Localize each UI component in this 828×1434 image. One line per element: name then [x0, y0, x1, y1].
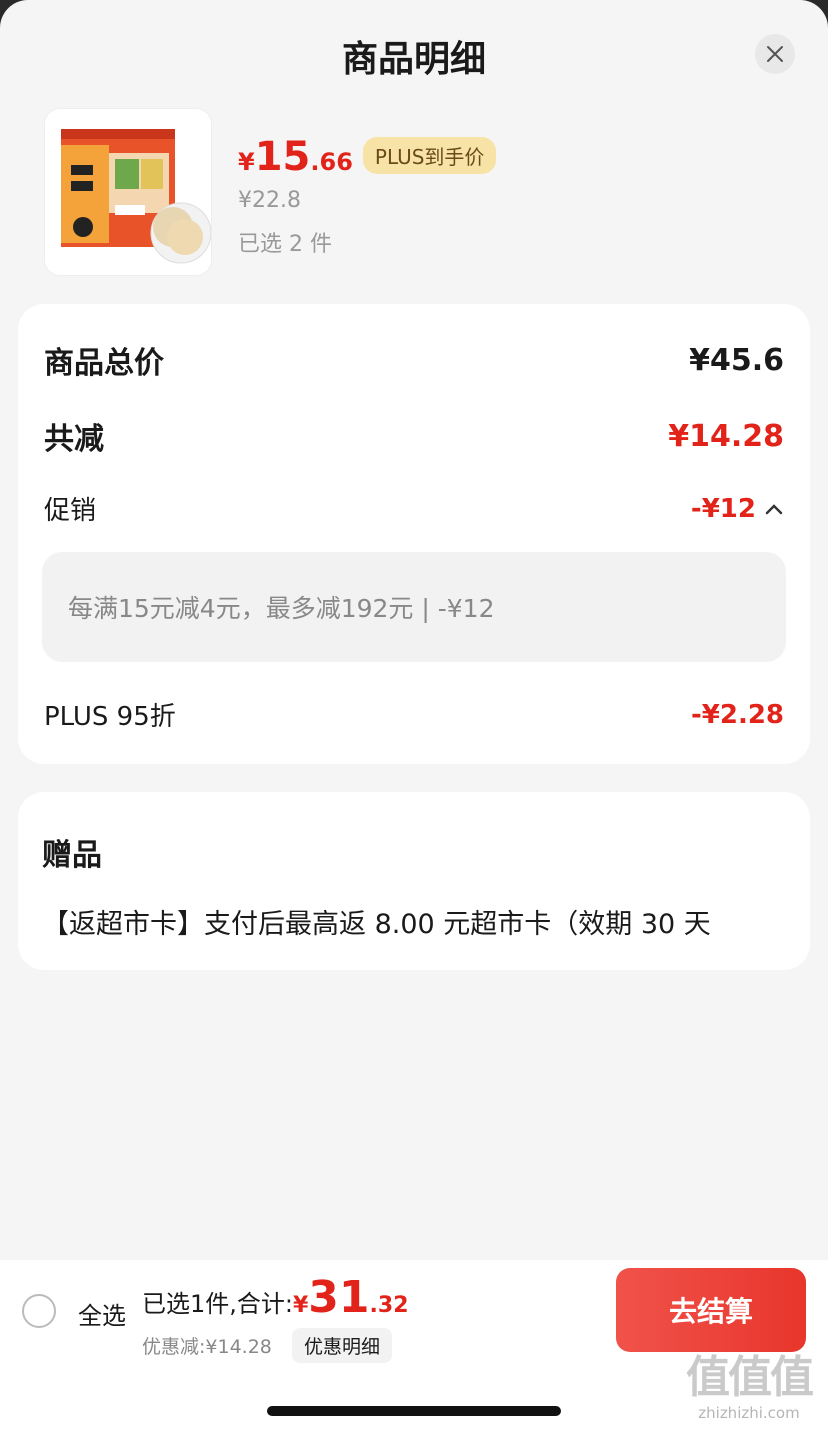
price-currency: ¥ [238, 148, 255, 176]
plus-discount-label: PLUS 95折 [44, 702, 176, 732]
product-image[interactable] [44, 108, 212, 276]
total-reduction-row: 共减 ¥14.28 [44, 414, 784, 458]
order-total-currency: ¥ [292, 1293, 309, 1318]
site-watermark: 值值值 zhizhizhi.com [676, 1352, 822, 1428]
plus-price: ¥ 15 .66 PLUS到手价 [238, 134, 497, 180]
home-indicator [267, 1406, 561, 1416]
watermark-site: zhizhizhi.com [698, 1404, 800, 1422]
total-reduction-label: 共减 [44, 422, 104, 457]
gift-card: 赠品 【返超市卡】支付后最高返 8.00 元超市卡（效期 30 天 [18, 792, 810, 970]
close-button[interactable] [755, 34, 795, 74]
promotion-value: -¥12 [690, 493, 756, 524]
total-reduction-value: ¥14.28 [668, 418, 784, 454]
total-price-label: 商品总价 [44, 346, 164, 381]
rice-cracker-package-image [61, 129, 211, 264]
selected-quantity: 已选 2 件 [238, 232, 332, 257]
promotion-detail-box: 每满15元减4元，最多减192元 | -¥12 [42, 552, 786, 662]
page-title: 商品明细 [341, 39, 486, 80]
promotion-detail-text: 每满15元减4元，最多减192元 | -¥12 [68, 594, 495, 623]
price-decimal: .66 [310, 148, 353, 176]
price-breakdown-card: 商品总价 ¥45.6 共减 ¥14.28 促销 -¥12 每满15元减4元，最多… [18, 304, 810, 764]
select-all-label[interactable]: 全选 [78, 1296, 126, 1331]
discount-detail-button[interactable]: 优惠明细 [292, 1328, 393, 1363]
order-total-integer: 31 [308, 1272, 370, 1323]
promotion-row[interactable]: 促销 -¥12 [44, 490, 784, 527]
discount-summary: 优惠减:¥14.28 [142, 1336, 272, 1358]
checkout-button[interactable]: 去结算 [616, 1268, 806, 1352]
chevron-up-icon [765, 503, 783, 514]
order-total-decimal: .32 [369, 1293, 409, 1318]
price-integer: 15 [254, 134, 311, 180]
gift-description: 【返超市卡】支付后最高返 8.00 元超市卡（效期 30 天 [42, 909, 711, 940]
total-price-row: 商品总价 ¥45.6 [44, 338, 784, 382]
select-all-checkbox[interactable] [22, 1294, 56, 1328]
watermark-glyphs: 值值值 [686, 1352, 814, 1403]
promotion-label: 促销 [44, 496, 97, 526]
plus-discount-row: PLUS 95折 -¥2.28 [44, 696, 784, 733]
gift-title: 赠品 [42, 838, 102, 873]
order-total: 已选1件,合计: ¥ 31 .32 [142, 1272, 409, 1323]
order-total-label: 已选1件,合计: [142, 1290, 293, 1318]
plus-discount-value: -¥2.28 [690, 699, 784, 730]
original-price: ¥22.8 [238, 188, 301, 213]
promotion-value-toggle[interactable]: -¥12 [691, 494, 784, 524]
total-price-value: ¥45.6 [689, 342, 784, 378]
close-icon [767, 46, 783, 62]
plus-price-badge: PLUS到手价 [362, 137, 497, 174]
product-detail-sheet: 商品明细 ¥ 15 .66 PLUS到手价 ¥22.8 已选 2 件 商品总价 … [0, 0, 828, 1434]
